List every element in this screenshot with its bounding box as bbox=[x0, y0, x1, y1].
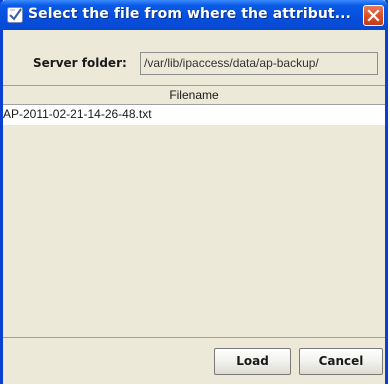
server-folder-label: Server folder: bbox=[33, 56, 127, 70]
title-bar[interactable]: Select the file from where the attribut.… bbox=[0, 0, 388, 30]
server-folder-field[interactable]: /var/lib/ipaccess/data/ap-backup/ bbox=[140, 52, 378, 75]
app-icon bbox=[6, 6, 24, 24]
close-icon bbox=[367, 9, 380, 22]
load-button[interactable]: Load bbox=[214, 348, 291, 375]
dialog-window: Select the file from where the attribut.… bbox=[0, 0, 388, 384]
file-table[interactable]: Filename AP-2011-02-21-14-26-48.txt bbox=[3, 85, 385, 338]
cancel-button[interactable]: Cancel bbox=[299, 348, 383, 375]
server-folder-row: Server folder: /var/lib/ipaccess/data/ap… bbox=[3, 52, 385, 76]
window-title: Select the file from where the attribut.… bbox=[28, 6, 351, 22]
filename-column-header[interactable]: Filename bbox=[3, 86, 385, 105]
close-button[interactable] bbox=[363, 5, 384, 26]
table-row[interactable]: AP-2011-02-21-14-26-48.txt bbox=[3, 105, 385, 125]
